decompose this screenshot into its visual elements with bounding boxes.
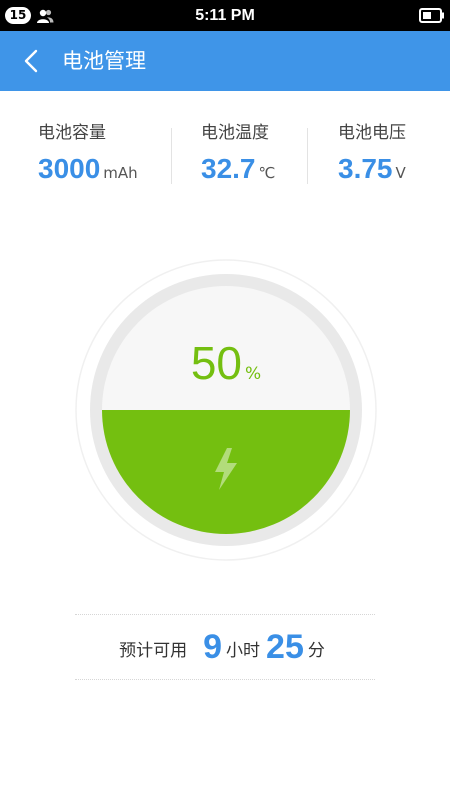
app-header: 电池管理 (0, 31, 450, 91)
chevron-left-icon (24, 49, 38, 73)
estimate-minutes: 25 (266, 628, 304, 666)
estimate-hours-unit: 小时 (226, 641, 261, 661)
status-time: 5:11 PM (195, 7, 255, 24)
page-title: 电池管理 (62, 49, 146, 73)
capacity-stat: 电池容量 3000 mAh (38, 118, 138, 198)
temperature-stat: 电池温度 32.7 ℃ (201, 118, 275, 198)
voltage-stat: 电池电压 3.75 V (338, 118, 406, 198)
temperature-unit: ℃ (258, 164, 276, 182)
temperature-value: 32.7 (201, 153, 256, 184)
estimate-label: 预计可用 (119, 641, 188, 661)
stat-divider (171, 128, 172, 184)
battery-percent-value: 50 (190, 337, 242, 389)
status-bar: 15 5:11 PM (0, 0, 450, 31)
battery-percentage: 50% (75, 336, 377, 390)
stat-divider (307, 128, 308, 184)
battery-stats: 电池容量 3000 mAh 电池温度 32.7 ℃ 电池电压 3.75 V (0, 118, 450, 198)
battery-percent-sign: % (245, 364, 262, 384)
estimate-minutes-unit: 分 (307, 641, 325, 661)
voltage-unit: V (395, 164, 406, 182)
temperature-label: 电池温度 (201, 123, 269, 143)
capacity-label: 电池容量 (38, 123, 106, 143)
estimated-time-panel: 预计可用 9 小时 25 分 (75, 614, 375, 680)
capacity-unit: mAh (103, 164, 138, 182)
voltage-label: 电池电压 (338, 123, 406, 143)
estimate-hours: 9 (203, 628, 223, 666)
battery-icon (419, 8, 444, 23)
battery-level-gauge: 50% (75, 259, 377, 561)
back-button[interactable] (14, 43, 50, 79)
voltage-value: 3.75 (338, 153, 393, 184)
capacity-value: 3000 (38, 153, 101, 184)
